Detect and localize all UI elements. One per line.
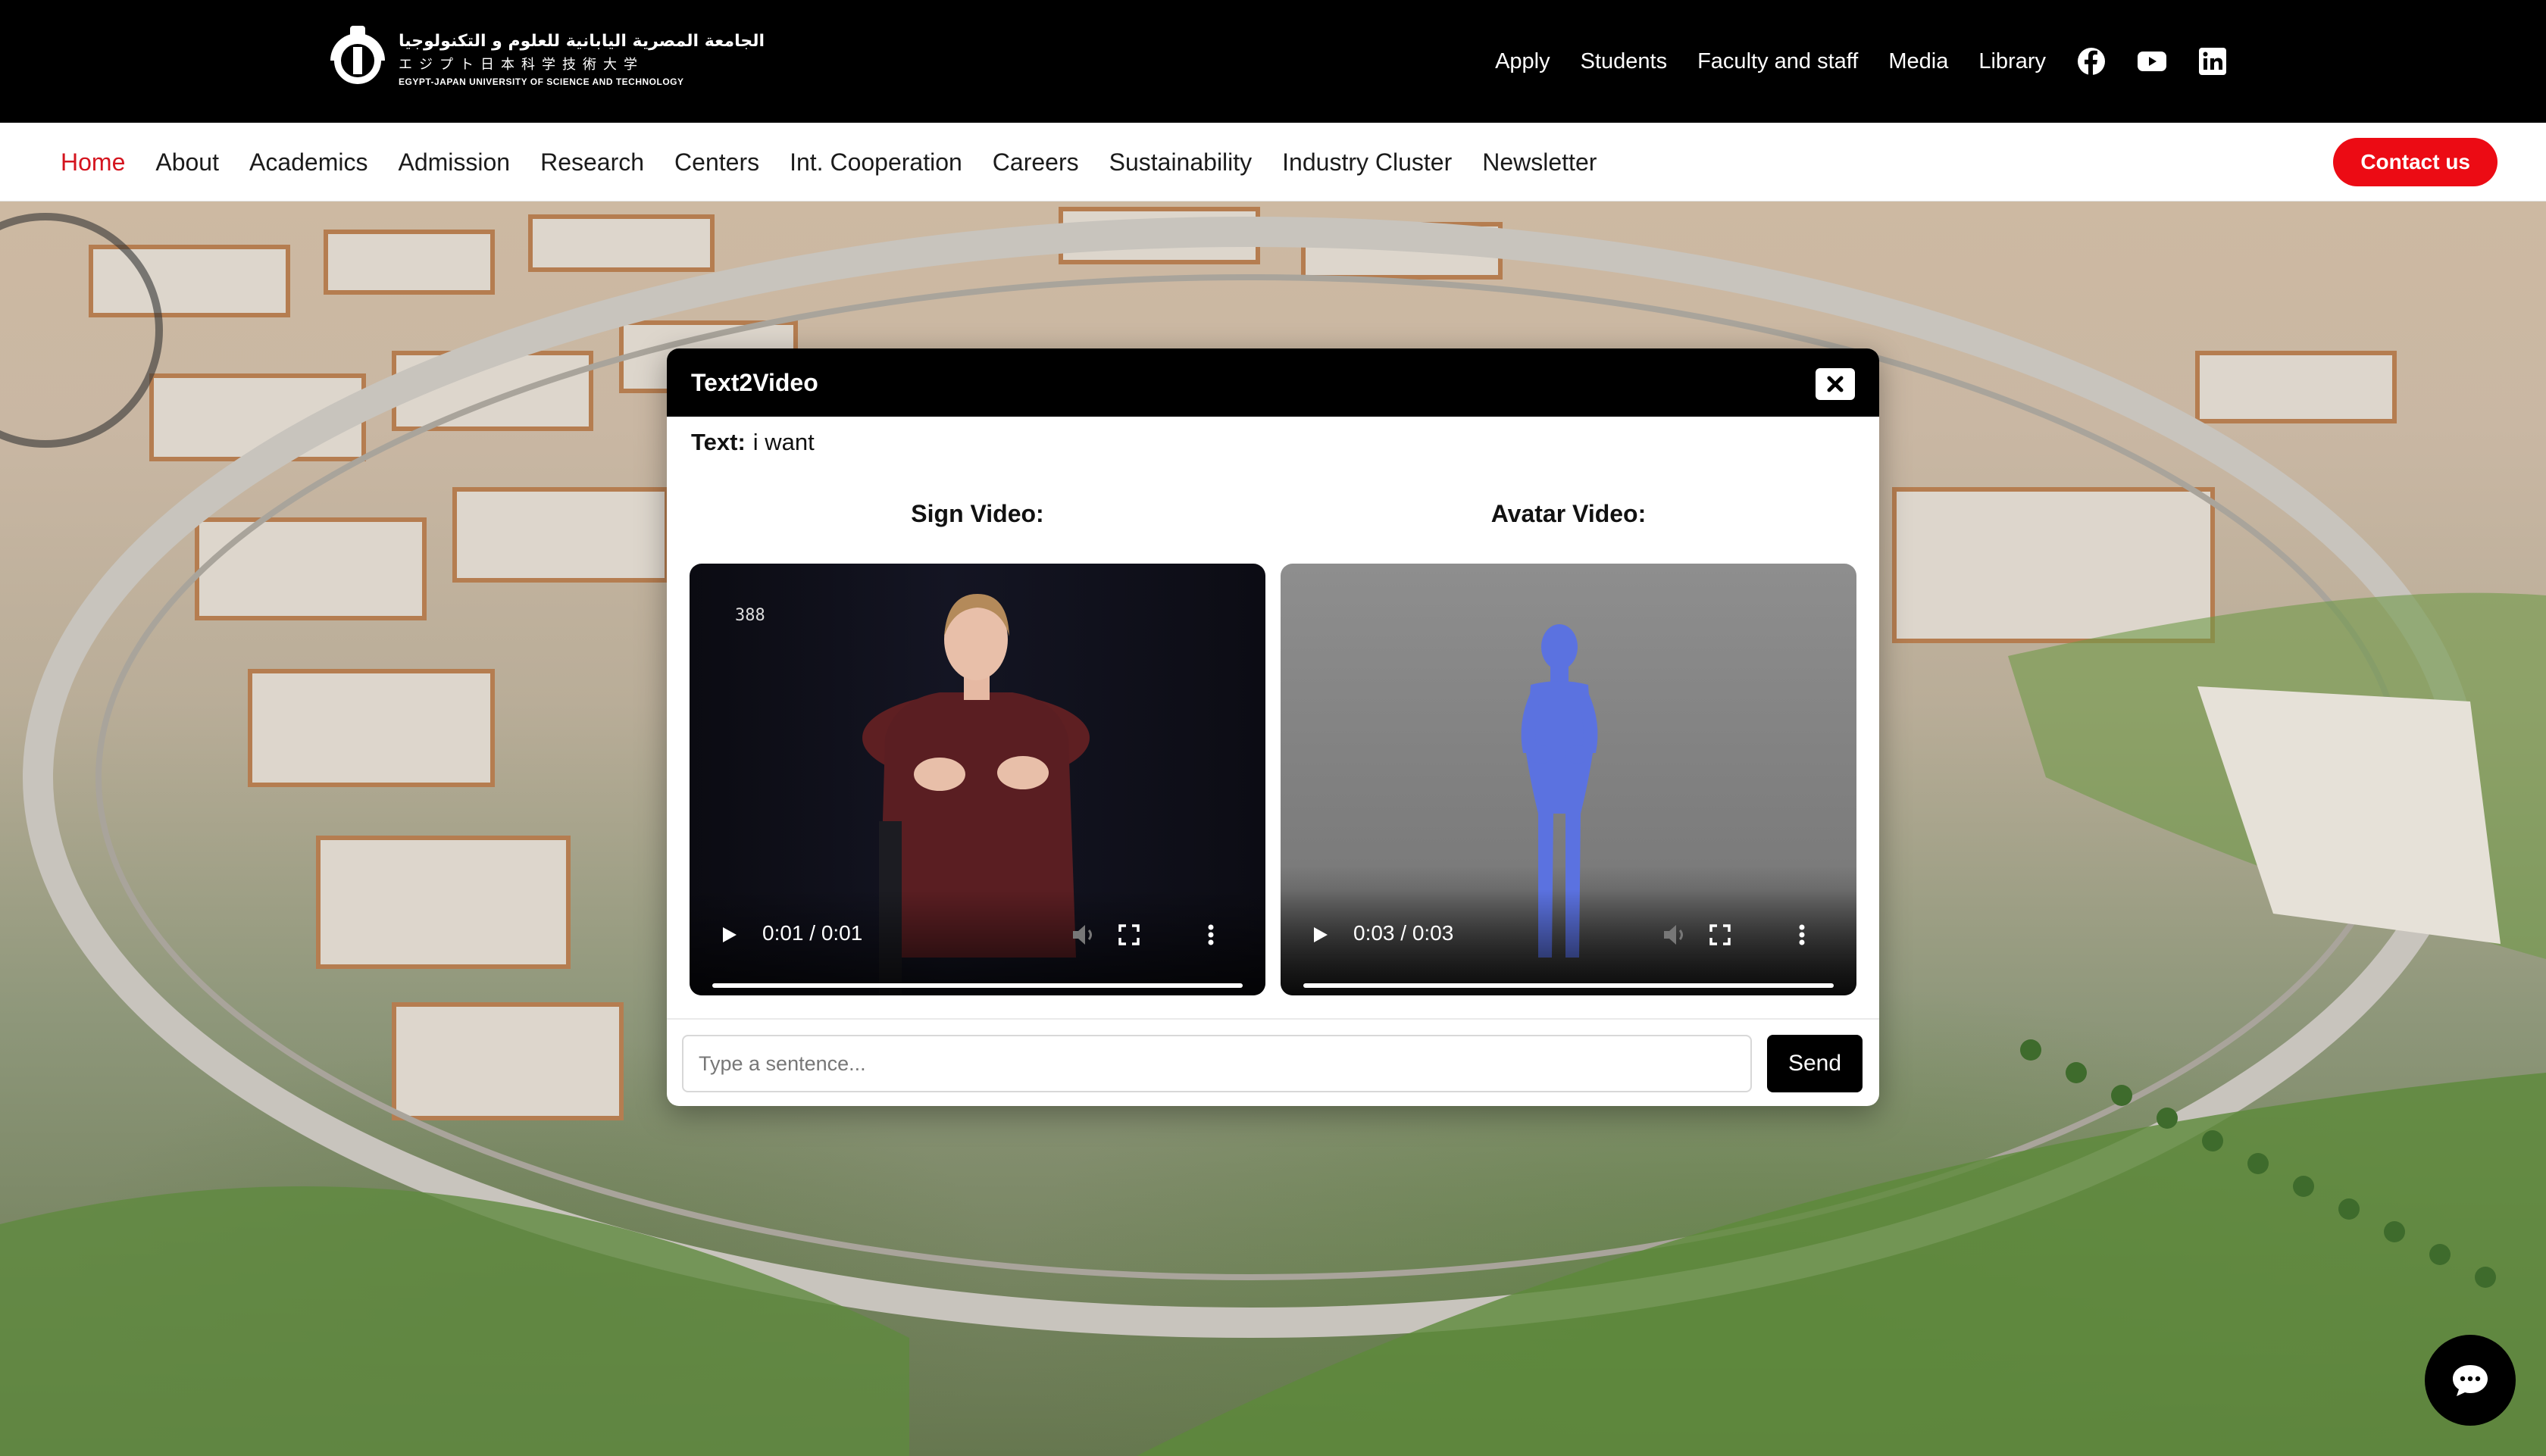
volume-muted-icon[interactable]	[1659, 920, 1690, 950]
avatar-video-section: Avatar Video: 0:03 / 0:03	[1281, 500, 1856, 995]
university-logo[interactable]: الجامعة المصرية اليابانية للعلوم و التكن…	[327, 20, 765, 98]
top-links: Apply Students Faculty and staff Media L…	[1495, 0, 2228, 123]
close-button[interactable]	[1816, 368, 1855, 400]
send-button[interactable]: Send	[1767, 1035, 1863, 1092]
main-nav: Home About Academics Admission Research …	[0, 123, 2546, 202]
avatar-video-title: Avatar Video:	[1490, 500, 1647, 527]
top-link-faculty-and-staff[interactable]: Faculty and staff	[1697, 49, 1858, 74]
youtube-icon[interactable]	[2137, 46, 2167, 77]
text2video-modal: Text2Video Text: i want Sign Video: 388	[667, 348, 1879, 1106]
avatar-video-controls: 0:03 / 0:03	[1281, 889, 1856, 995]
logo-english-text: EGYPT-JAPAN UNIVERSITY OF SCIENCE AND TE…	[399, 76, 684, 87]
close-icon	[1827, 376, 1844, 392]
more-options-icon[interactable]	[1793, 920, 1811, 950]
linkedin-icon[interactable]	[2197, 46, 2228, 77]
nav-item-admission[interactable]: Admission	[398, 148, 510, 177]
avatar-video-progress[interactable]	[1303, 983, 1834, 988]
sentence-input[interactable]	[682, 1035, 1752, 1092]
logo-japanese-text: エジプト日本科学技術大学	[399, 56, 644, 73]
top-link-media[interactable]: Media	[1888, 49, 1948, 74]
nav-item-newsletter[interactable]: Newsletter	[1482, 148, 1597, 177]
fullscreen-icon[interactable]	[1114, 920, 1144, 950]
top-link-library[interactable]: Library	[1978, 49, 2046, 74]
top-bar: الجامعة المصرية اليابانية للعلوم و التكن…	[0, 0, 2546, 123]
chat-bubble-icon	[2453, 1365, 2488, 1396]
logo-arabic-text: الجامعة المصرية اليابانية للعلوم و التكن…	[399, 31, 765, 51]
nav-item-academics[interactable]: Academics	[249, 148, 368, 177]
more-options-icon[interactable]	[1202, 920, 1220, 950]
sign-video-controls: 0:01 / 0:01	[690, 889, 1265, 995]
play-icon[interactable]	[1309, 920, 1332, 950]
nav-item-about[interactable]: About	[155, 148, 219, 177]
fullscreen-icon[interactable]	[1705, 920, 1735, 950]
sign-video-progress[interactable]	[712, 983, 1243, 988]
sign-video-section: Sign Video: 388 0:01 / 0:01	[690, 500, 1265, 995]
text-label: Text:	[691, 429, 746, 455]
contact-us-button[interactable]: Contact us	[2333, 138, 2498, 186]
sign-video-player[interactable]: 388 0:01 / 0:01	[690, 564, 1265, 995]
sign-video-title: Sign Video:	[911, 500, 1044, 527]
nav-item-careers[interactable]: Careers	[993, 148, 1079, 177]
sentence-input-bar: Send	[667, 1018, 1879, 1106]
text-value: i want	[752, 429, 815, 455]
facebook-icon[interactable]	[2076, 46, 2107, 77]
modal-title: Text2Video	[691, 368, 818, 396]
sign-video-time: 0:01 / 0:01	[762, 921, 863, 945]
nav-item-centers[interactable]: Centers	[674, 148, 759, 177]
nav-item-industry-cluster[interactable]: Industry Cluster	[1282, 148, 1452, 177]
play-icon[interactable]	[718, 920, 741, 950]
modal-header: Text2Video	[667, 348, 1879, 417]
avatar-video-player[interactable]: 0:03 / 0:03	[1281, 564, 1856, 995]
nav-item-research[interactable]: Research	[540, 148, 644, 177]
volume-muted-icon[interactable]	[1068, 920, 1099, 950]
top-link-students[interactable]: Students	[1581, 49, 1667, 74]
top-link-apply[interactable]: Apply	[1495, 49, 1550, 74]
nav-item-sustainability[interactable]: Sustainability	[1109, 148, 1253, 177]
avatar-video-time: 0:03 / 0:03	[1353, 921, 1454, 945]
chat-button[interactable]	[2425, 1335, 2516, 1426]
nav-item-int-cooperation[interactable]: Int. Cooperation	[790, 148, 962, 177]
logo-emblem-icon	[327, 21, 388, 97]
input-text-display: Text: i want	[691, 429, 815, 456]
nav-item-home[interactable]: Home	[61, 148, 125, 177]
